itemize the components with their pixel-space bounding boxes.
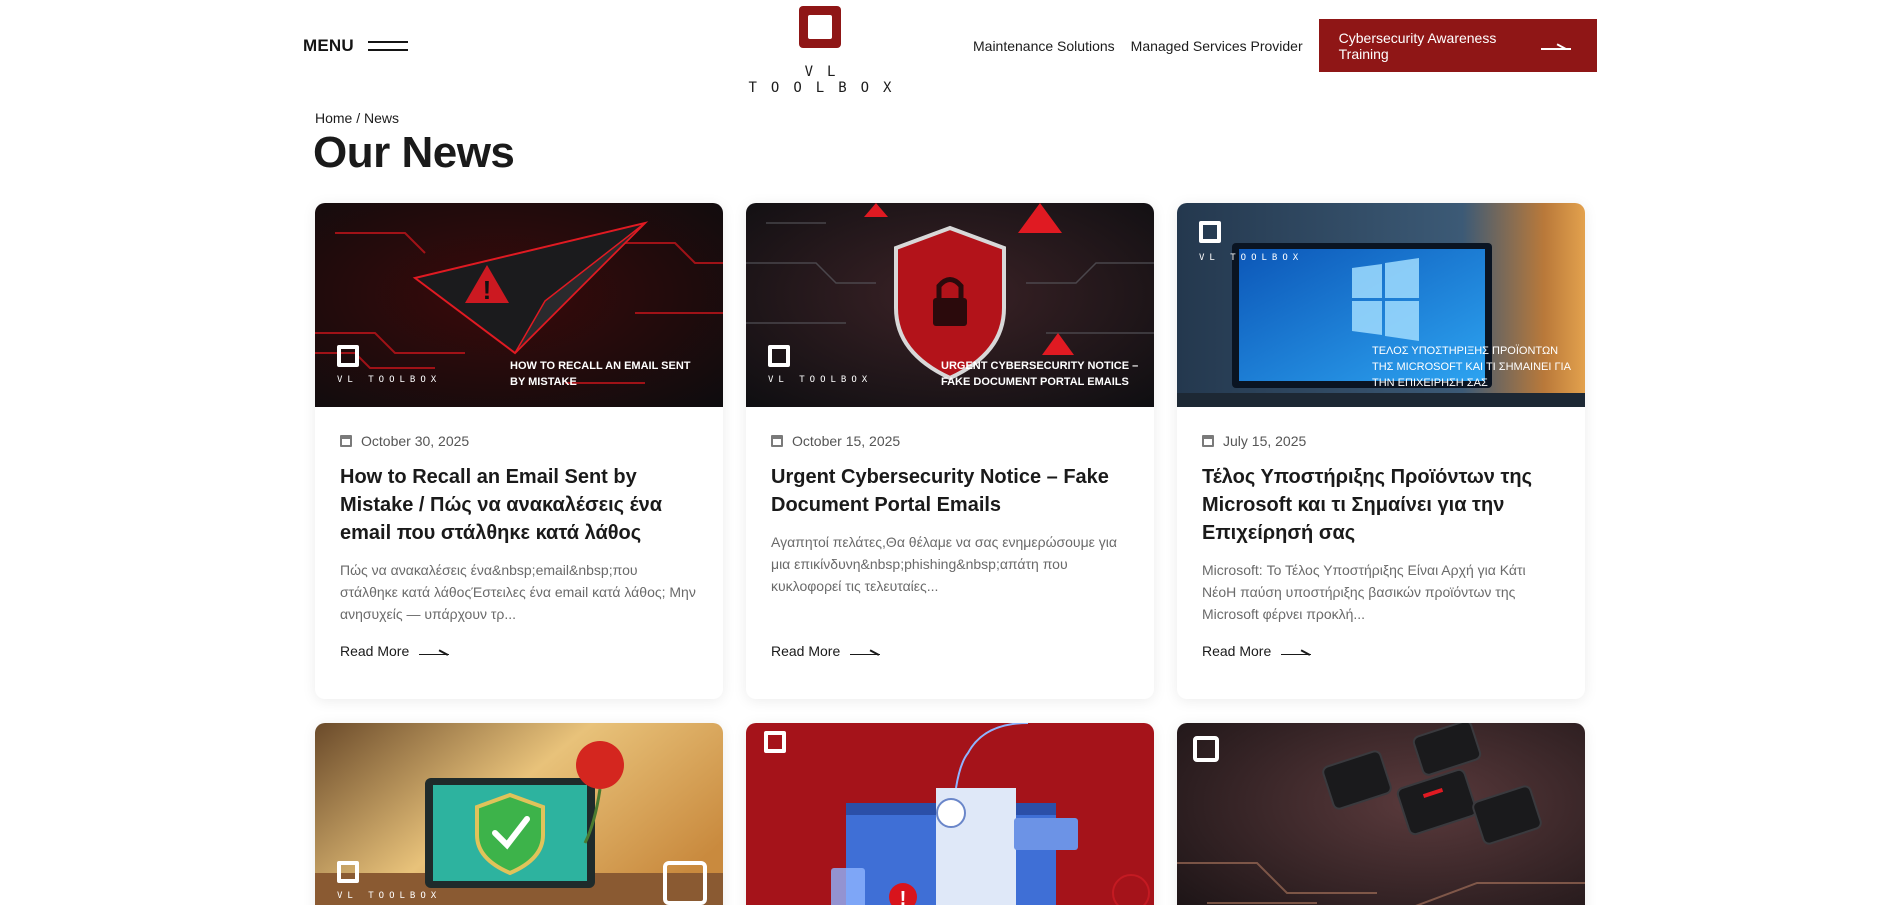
- hamburger-icon: [367, 39, 408, 53]
- brand-mark-icon: [337, 861, 359, 883]
- card-image[interactable]: [1177, 723, 1585, 905]
- news-card: [1177, 723, 1585, 905]
- card-date: October 30, 2025: [340, 433, 698, 449]
- image-caption: ΤΕΛΟΣ ΥΠΟΣΤΗΡΙΞΗΣ ΠΡΟΪΟΝΤΩΝ ΤΗΣ MICROSOF…: [1372, 345, 1571, 389]
- card-body: October 15, 2025 Urgent Cybersecurity No…: [746, 407, 1154, 661]
- date-text: July 15, 2025: [1223, 433, 1307, 449]
- card-body: July 15, 2025 Τέλος Υποστήριξης Προϊόντω…: [1177, 407, 1585, 661]
- card-title[interactable]: Τέλος Υποστήριξης Προϊόντων της Microsof…: [1202, 463, 1560, 547]
- logo-text: VL TOOLBOX: [748, 64, 906, 96]
- breadcrumb-current: News: [364, 110, 400, 126]
- news-card: VL TOOLBOX URGENT CYBERSECURITY NOTICE –…: [746, 203, 1154, 699]
- calendar-icon: [340, 435, 352, 447]
- card-date: July 15, 2025: [1202, 433, 1560, 449]
- card-body: October 30, 2025 How to Recall an Email …: [315, 407, 723, 661]
- phishing-envelope-icon: !: [746, 723, 1154, 905]
- cybersecurity-training-button[interactable]: Cybersecurity Awareness Training: [1318, 19, 1597, 72]
- menu-button[interactable]: MENU: [303, 36, 408, 56]
- calendar-icon: [1202, 435, 1214, 447]
- card-image[interactable]: ! VL TOOLBOX HOW TO RECALL AN EMAIL SENT…: [315, 203, 723, 407]
- nav-link-maintenance-solutions[interactable]: Maintenance Solutions: [973, 20, 1115, 72]
- date-text: October 30, 2025: [361, 433, 470, 449]
- brand-mark-icon: [1199, 221, 1221, 243]
- news-card: !: [746, 723, 1154, 905]
- news-card: VL TOOLBOX: [315, 723, 723, 905]
- news-card: ! VL TOOLBOX HOW TO RECALL AN EMAIL SENT…: [315, 203, 723, 699]
- card-image[interactable]: VL TOOLBOX URGENT CYBERSECURITY NOTICE –…: [746, 203, 1154, 407]
- brand-mark-icon: [764, 731, 786, 753]
- read-more-link[interactable]: Read More: [771, 641, 1129, 661]
- card-image[interactable]: VL TOOLBOX: [315, 723, 723, 905]
- news-card: VL TOOLBOX ΤΕΛΟΣ ΥΠΟΣΤΗΡΙΞΗΣ ΠΡΟΪΟΝΤΩΝ Τ…: [1177, 203, 1585, 699]
- arrow-right-icon: [419, 645, 450, 657]
- card-title[interactable]: Urgent Cybersecurity Notice – Fake Docum…: [771, 463, 1129, 519]
- svg-text:!: !: [900, 888, 907, 905]
- image-caption: HOW TO RECALL AN EMAIL SENT BY MISTAKE: [510, 360, 691, 388]
- breadcrumb-separator: /: [356, 110, 361, 126]
- site-logo[interactable]: VL TOOLBOX: [725, 6, 915, 96]
- menu-label: MENU: [303, 36, 354, 55]
- card-image[interactable]: !: [746, 723, 1154, 905]
- image-brand-label: VL TOOLBOX: [1199, 253, 1304, 263]
- image-brand-label: VL TOOLBOX: [768, 375, 873, 385]
- card-excerpt: Αγαπητοί πελάτες,Θα θέλαμε να σας ενημερ…: [771, 534, 1117, 594]
- cta-label: Cybersecurity Awareness Training: [1338, 29, 1497, 62]
- card-image[interactable]: VL TOOLBOX ΤΕΛΟΣ ΥΠΟΣΤΗΡΙΞΗΣ ΠΡΟΪΟΝΤΩΝ Τ…: [1177, 203, 1585, 407]
- breadcrumb-home[interactable]: Home: [315, 110, 352, 126]
- nav-link-managed-services-provider[interactable]: Managed Services Provider: [1131, 20, 1303, 72]
- svg-text:!: !: [483, 275, 492, 305]
- read-more-link[interactable]: Read More: [1202, 641, 1560, 661]
- image-brand-label: VL TOOLBOX: [337, 891, 442, 901]
- main-nav: Maintenance Solutions Managed Services P…: [973, 19, 1597, 72]
- arrow-right-icon: [850, 645, 881, 657]
- date-text: October 15, 2025: [792, 433, 901, 449]
- laptop-shield-icon: [315, 723, 723, 905]
- site-header: MENU VL TOOLBOX Maintenance Solutions Ma…: [0, 0, 1901, 100]
- image-caption: URGENT CYBERSECURITY NOTICE – FAKE DOCUM…: [941, 360, 1139, 388]
- read-more-link[interactable]: Read More: [340, 641, 698, 661]
- image-brand-label: VL TOOLBOX: [337, 375, 442, 385]
- logo-square-icon: [799, 6, 841, 48]
- delete-key-icon: [1177, 723, 1585, 905]
- card-date: October 15, 2025: [771, 433, 1129, 449]
- read-more-label: Read More: [340, 643, 410, 659]
- read-more-label: Read More: [771, 643, 841, 659]
- brand-mark-icon: [768, 345, 790, 367]
- calendar-icon: [771, 435, 783, 447]
- page-title: Our News: [313, 128, 515, 177]
- read-more-label: Read More: [1202, 643, 1272, 659]
- arrow-right-icon: [1281, 645, 1312, 657]
- brand-mark-icon: [337, 345, 359, 367]
- card-excerpt: Microsoft: Το Τέλος Υποστήριξης Είναι Αρ…: [1202, 562, 1526, 622]
- card-title[interactable]: How to Recall an Email Sent by Mistake /…: [340, 463, 698, 547]
- arrow-right-icon: [1541, 40, 1572, 52]
- breadcrumb: Home / News: [315, 110, 399, 126]
- card-excerpt: Πώς να ανακαλέσεις ένα&nbsp;email&nbsp;π…: [340, 562, 696, 622]
